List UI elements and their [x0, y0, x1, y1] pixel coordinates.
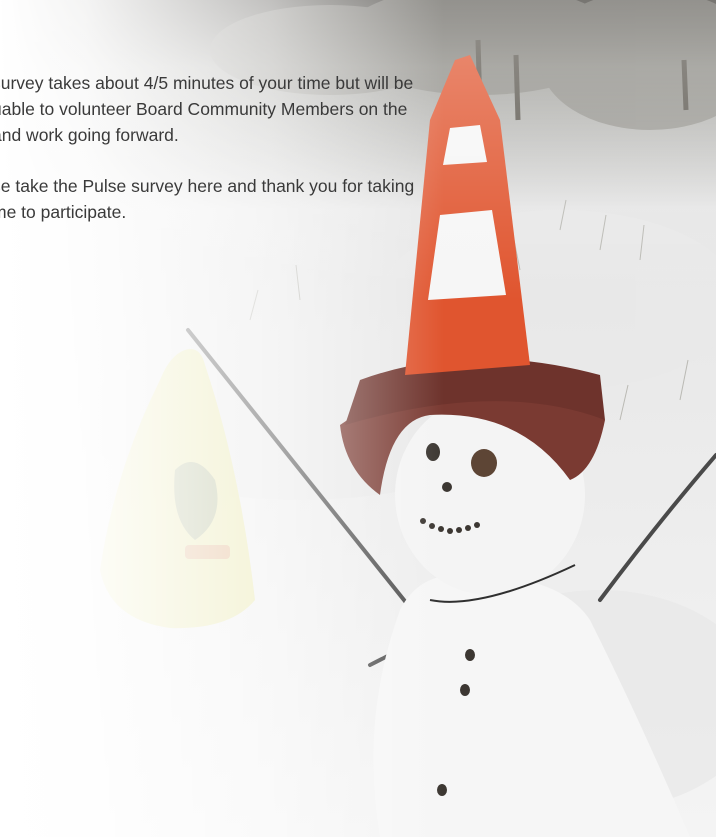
invite-prefix: se take the — [0, 176, 83, 196]
page: survey takes about 4/5 minutes of your t… — [0, 0, 716, 837]
body-copy: survey takes about 4/5 minutes of your t… — [0, 70, 632, 250]
pulse-survey-link[interactable]: Pulse survey here — [82, 176, 222, 196]
survey-invite-paragraph: se take the Pulse survey here and thank … — [0, 173, 632, 225]
survey-duration-paragraph: survey takes about 4/5 minutes of your t… — [0, 73, 414, 145]
